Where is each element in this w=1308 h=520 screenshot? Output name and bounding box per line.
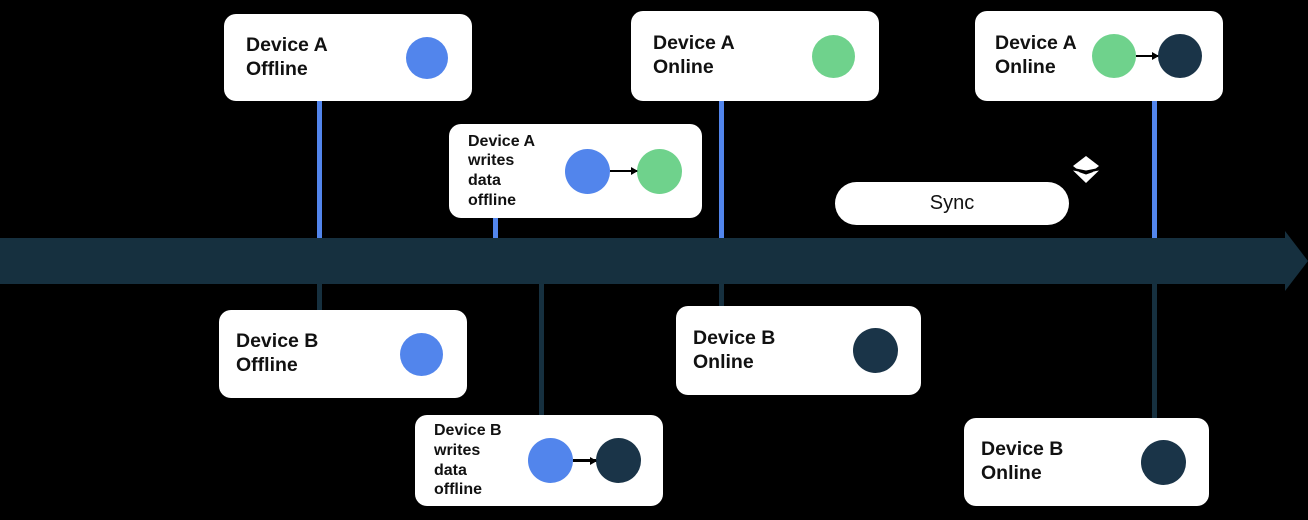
status-dot-blue [565, 148, 610, 194]
status-dot-green [637, 148, 682, 194]
connector-device-b-online-synced [1152, 282, 1157, 424]
status-dot-navy [596, 438, 641, 483]
card-device-a-online-label: Device A Online [653, 32, 735, 78]
card-device-a-online-synced[interactable]: Device A Online [975, 11, 1223, 101]
card-device-a-online-synced-visual [1092, 34, 1202, 78]
status-dot-blue [406, 36, 448, 79]
card-device-b-offline-label: Device B Offline [236, 330, 319, 376]
card-device-a-writes-offline-visual [565, 148, 682, 194]
card-device-b-online-synced-label: Device B Online [981, 438, 1064, 484]
card-device-a-online[interactable]: Device A Online [631, 11, 879, 101]
sync-label: Sync [929, 192, 975, 214]
connector-device-a-online-synced [1152, 100, 1157, 240]
status-dot-blue [528, 438, 573, 483]
card-device-b-writes-offline[interactable]: Device B writes data offline [415, 415, 663, 506]
timeline-arrow-head [1285, 231, 1308, 291]
card-device-a-writes-offline-label: Device A writes data offline [468, 132, 535, 209]
card-device-a-online-visual [812, 34, 855, 78]
card-device-b-writes-offline-label: Device B writes data offline [434, 422, 502, 499]
offline-sync-diagram: Sync Device A Offline Device A writes da… [0, 0, 1308, 520]
timeline-bar [0, 238, 1286, 284]
sync-badge[interactable]: Sync [835, 182, 1069, 225]
transform-arrow-icon [610, 167, 638, 175]
connector-device-a-online [719, 100, 724, 240]
card-device-b-online-visual [853, 328, 898, 373]
card-device-a-online-synced-label: Device A Online [995, 32, 1077, 78]
card-device-a-writes-offline[interactable]: Device A writes data offline [449, 124, 702, 218]
card-device-a-offline[interactable]: Device A Offline [224, 14, 472, 101]
card-device-b-online-synced[interactable]: Device B Online [964, 418, 1209, 506]
card-device-b-offline[interactable]: Device B Offline [219, 310, 467, 398]
connector-device-a-writes-offline [493, 218, 498, 240]
connector-device-b-online [719, 282, 724, 308]
status-dot-navy [1141, 439, 1186, 485]
card-device-b-online[interactable]: Device B Online [676, 306, 921, 395]
card-device-a-offline-label: Device A Offline [246, 33, 328, 80]
transform-arrow-icon [1136, 52, 1159, 60]
connector-device-b-writes-offline [539, 282, 544, 422]
transform-arrow-icon [573, 456, 597, 465]
status-dot-green [812, 34, 855, 78]
card-device-a-offline-visual [406, 36, 448, 79]
status-dot-green [1092, 34, 1136, 78]
status-dot-blue [400, 332, 443, 376]
connector-device-a-offline [317, 100, 322, 240]
card-device-b-offline-visual [400, 332, 443, 376]
status-dot-navy [1158, 34, 1202, 78]
card-device-b-writes-offline-visual [528, 438, 641, 483]
card-device-b-online-label: Device B Online [693, 326, 776, 373]
status-dot-navy [853, 328, 898, 373]
card-device-b-online-synced-visual [1141, 439, 1186, 485]
layers-icon [1068, 152, 1104, 188]
